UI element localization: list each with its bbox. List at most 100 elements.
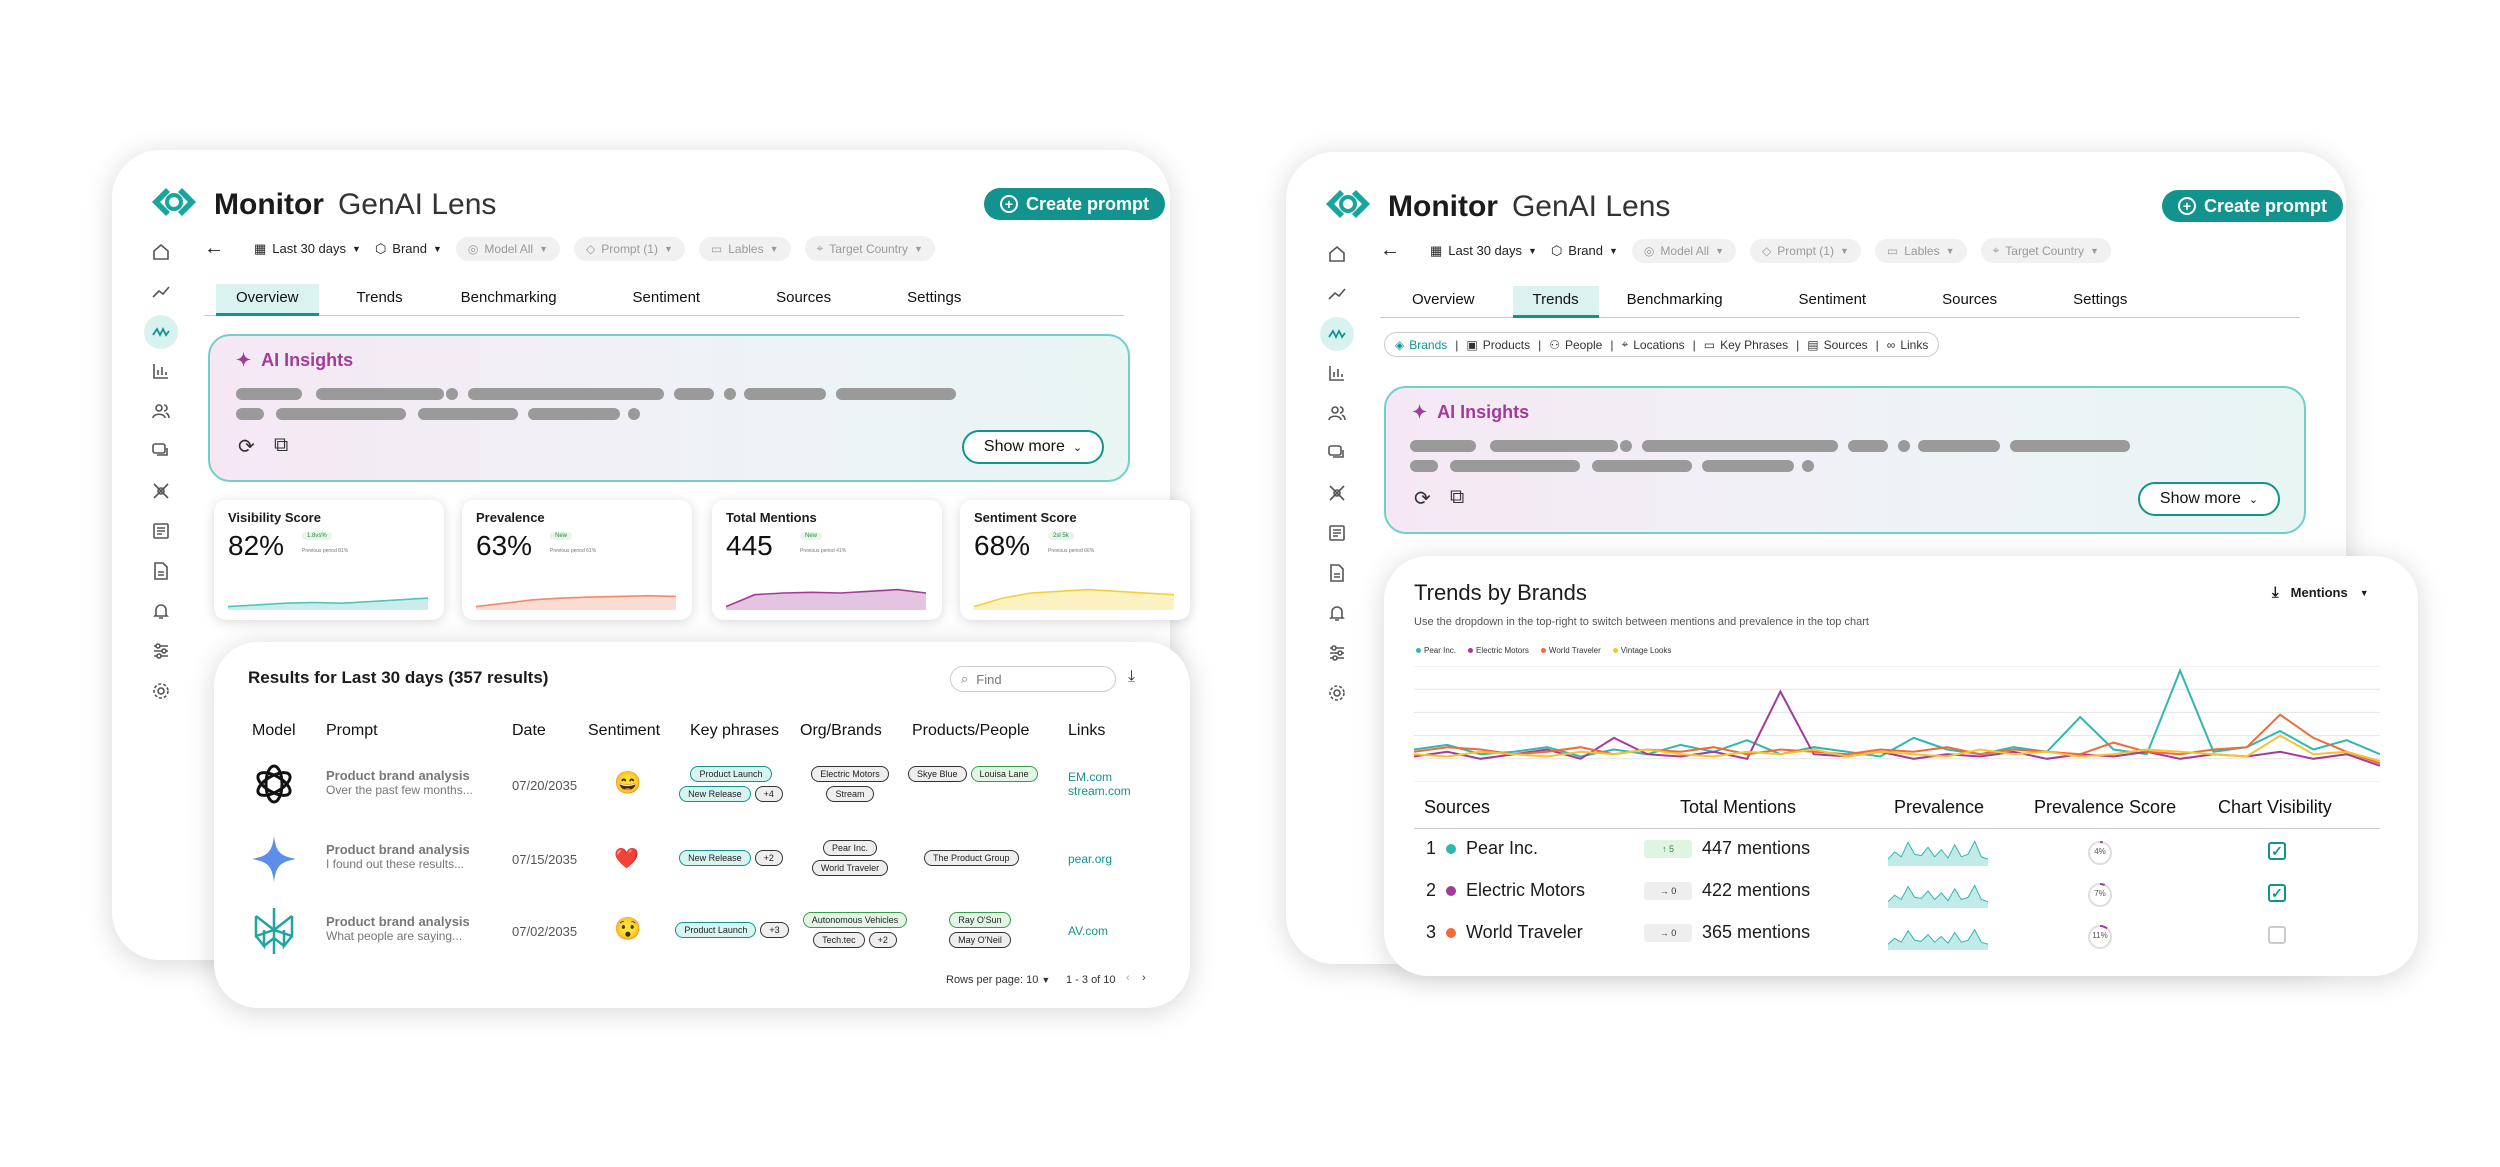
tab-sentiment[interactable]: Sentiment <box>1779 286 1887 317</box>
key-phrase-chip[interactable]: Product Launch <box>675 922 757 938</box>
person-chip[interactable]: May O'Neil <box>949 932 1011 948</box>
table-row[interactable]: Product brand analysis I found out these… <box>326 842 496 871</box>
tab-trends[interactable]: Trends <box>337 284 423 315</box>
legend-item[interactable]: Vintage Looks <box>1612 646 1671 655</box>
country-filter[interactable]: ⌖ Target Country ▼ <box>804 236 935 261</box>
next-page-icon[interactable]: › <box>1142 972 1146 984</box>
subtab-locations[interactable]: ⌖ Locations <box>1621 337 1684 352</box>
create-prompt-button[interactable]: + Create prompt <box>2162 190 2344 222</box>
period-dropdown[interactable]: ▦ Last 30 days ▼ <box>254 241 361 257</box>
table-row[interactable]: 1 Pear Inc. <box>1426 838 1538 859</box>
chart-visibility-checkbox[interactable]: ✓ <box>2268 884 2286 902</box>
document-icon[interactable] <box>1325 561 1349 585</box>
report-icon[interactable] <box>149 519 173 543</box>
link[interactable]: pear.org <box>1068 852 1112 866</box>
network-icon[interactable] <box>149 479 173 503</box>
copy-icon[interactable]: ⧉ <box>1450 486 1464 509</box>
sliders-icon[interactable] <box>1325 641 1349 665</box>
col-header-products-people[interactable]: Products/People <box>912 722 1029 740</box>
chat-icon[interactable] <box>149 439 173 463</box>
product-chip[interactable]: Skye Blue <box>908 766 967 782</box>
col-header-key-phrases[interactable]: Key phrases <box>690 722 779 740</box>
col-header-prompt[interactable]: Prompt <box>326 722 378 740</box>
table-row[interactable]: 3 World Traveler <box>1426 922 1583 943</box>
col-header-sentiment[interactable]: Sentiment <box>588 722 660 740</box>
users-icon[interactable] <box>149 399 173 423</box>
create-prompt-button[interactable]: + Create prompt <box>984 188 1166 220</box>
col-header-prevalence[interactable]: Prevalence <box>1894 797 1984 818</box>
subtab-brands[interactable]: ◈ Brands <box>1395 338 1447 352</box>
table-row[interactable]: 2 Electric Motors <box>1426 880 1585 901</box>
org-chip[interactable]: Pear Inc. <box>822 840 878 856</box>
refresh-icon[interactable]: ⟳ <box>1414 486 1431 511</box>
col-header-sources[interactable]: Sources <box>1424 797 1490 818</box>
tab-sources[interactable]: Sources <box>756 284 851 315</box>
show-more-button[interactable]: Show more ⌄ <box>962 430 1104 464</box>
bell-icon[interactable] <box>149 599 173 623</box>
tab-overview[interactable]: Overview <box>216 284 319 316</box>
more-chip[interactable]: +2 <box>868 932 897 948</box>
prompt-filter[interactable]: ◇ Prompt (1) ▼ <box>1750 238 1861 263</box>
person-chip[interactable]: Louisa Lane <box>970 766 1038 782</box>
tab-sources[interactable]: Sources <box>1922 286 2017 317</box>
col-header-date[interactable]: Date <box>512 722 546 740</box>
chart-visibility-checkbox[interactable]: ✓ <box>2268 842 2286 860</box>
col-header-links[interactable]: Links <box>1068 722 1105 740</box>
labels-filter[interactable]: ▭ Lables ▼ <box>698 236 791 261</box>
link[interactable]: EM.com <box>1068 770 1131 784</box>
network-icon[interactable] <box>1325 481 1349 505</box>
tab-benchmarking[interactable]: Benchmarking <box>1607 286 1743 317</box>
settings-gear-icon[interactable] <box>149 679 173 703</box>
kpi-card[interactable]: Sentiment Score 68% 2sl 5k Previous peri… <box>960 500 1190 620</box>
more-chip[interactable]: +3 <box>760 922 789 938</box>
table-row[interactable]: Product brand analysis What people are s… <box>326 914 496 943</box>
bar-chart-icon[interactable] <box>1325 361 1349 385</box>
subtab-people[interactable]: ⚇ People <box>1549 338 1602 352</box>
tab-overview[interactable]: Overview <box>1392 286 1495 317</box>
country-filter[interactable]: ⌖ Target Country ▼ <box>1980 238 2111 263</box>
legend-item[interactable]: World Traveler <box>1540 646 1601 655</box>
bell-icon[interactable] <box>1325 601 1349 625</box>
brand-dropdown[interactable]: ⬡ Brand ▼ <box>375 241 442 257</box>
chat-icon[interactable] <box>1325 441 1349 465</box>
product-chip[interactable]: The Product Group <box>924 850 1019 866</box>
period-dropdown[interactable]: ▦ Last 30 days ▼ <box>1430 243 1537 259</box>
subtab-key-phrases[interactable]: ▭ Key Phrases <box>1704 338 1788 352</box>
link[interactable]: stream.com <box>1068 784 1131 798</box>
home-icon[interactable] <box>149 240 173 264</box>
tab-trends[interactable]: Trends <box>1512 286 1599 318</box>
back-arrow-icon[interactable]: ← <box>1380 239 1400 262</box>
tab-settings[interactable]: Settings <box>2053 286 2147 317</box>
tab-benchmarking[interactable]: Benchmarking <box>441 284 577 315</box>
prompt-filter[interactable]: ◇ Prompt (1) ▼ <box>574 236 685 261</box>
back-arrow-icon[interactable]: ← <box>204 237 224 260</box>
legend-item[interactable]: Pear Inc. <box>1416 646 1456 655</box>
trend-line-icon[interactable] <box>1325 282 1349 306</box>
bar-chart-icon[interactable] <box>149 359 173 383</box>
tab-sentiment[interactable]: Sentiment <box>613 284 721 315</box>
download-icon[interactable]: ⤓ <box>2272 584 2279 601</box>
person-chip[interactable]: Ray O'Sun <box>949 912 1011 928</box>
key-phrase-chip[interactable]: New Release <box>679 786 751 802</box>
settings-gear-icon[interactable] <box>1325 681 1349 705</box>
org-chip[interactable]: Tech.tec <box>813 932 865 948</box>
more-chip[interactable]: +4 <box>754 786 783 802</box>
users-icon[interactable] <box>1325 401 1349 425</box>
org-chip[interactable]: Autonomous Vehicles <box>802 912 908 928</box>
subtab-products[interactable]: ▣ Products <box>1466 338 1530 352</box>
home-icon[interactable] <box>1325 242 1349 266</box>
prev-page-icon[interactable]: ‹ <box>1126 972 1130 984</box>
model-filter[interactable]: ◎ Model All ▼ <box>1631 238 1737 263</box>
col-header-prevalence-score[interactable]: Prevalence Score <box>2034 797 2176 818</box>
kpi-card[interactable]: Total Mentions 445 New Previous period 4… <box>712 500 942 620</box>
copy-icon[interactable]: ⧉ <box>274 434 288 457</box>
model-filter[interactable]: ◎ Model All ▼ <box>455 236 561 261</box>
subtab-sources[interactable]: ▤ Sources <box>1807 338 1867 352</box>
find-input[interactable]: ⌕ Find <box>950 666 1116 692</box>
sliders-icon[interactable] <box>149 639 173 663</box>
subtab-links[interactable]: ∞ Links <box>1887 338 1929 352</box>
more-chip[interactable]: +2 <box>754 850 783 866</box>
kpi-card[interactable]: Prevalence 63% New Previous period 61% <box>462 500 692 620</box>
labels-filter[interactable]: ▭ Lables ▼ <box>1874 238 1967 263</box>
genai-lens-nav-icon[interactable] <box>144 315 178 349</box>
